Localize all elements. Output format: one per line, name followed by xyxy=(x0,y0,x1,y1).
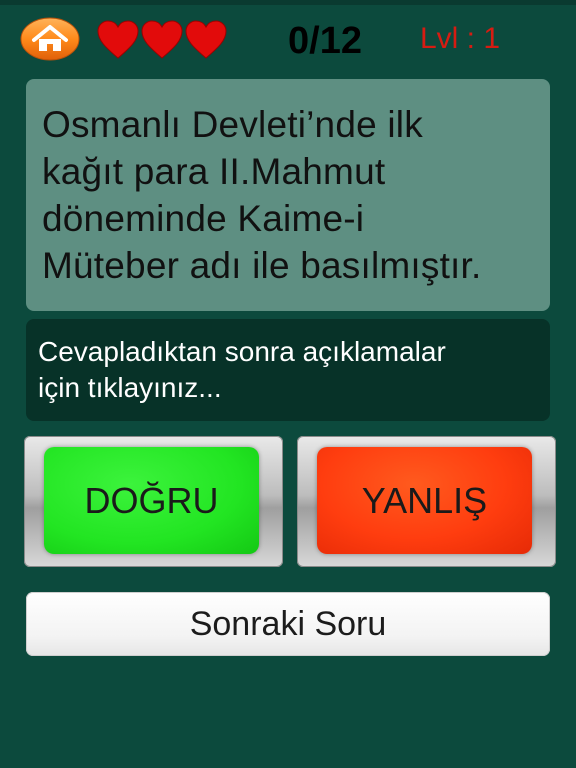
heart-icon xyxy=(141,20,183,64)
question-line: döneminde Kaime-i xyxy=(42,198,365,239)
heart-icon xyxy=(185,20,227,64)
level-indicator: Lvl : 1 xyxy=(420,22,501,55)
score-counter: 0/12 xyxy=(288,20,362,62)
explanation-line: Cevapladıktan sonra açıklamalar xyxy=(38,336,446,367)
lives-display xyxy=(97,20,227,64)
question-line: kağıt para II.Mahmut xyxy=(42,151,386,192)
game-screen: 0/12 Lvl : 1 Osmanlı Devleti’nde ilk kağ… xyxy=(0,0,576,768)
explanation-text: Cevapladıktan sonra açıklamalar için tık… xyxy=(38,334,538,406)
home-icon xyxy=(20,17,80,61)
explanation-line: için tıklayınız... xyxy=(38,372,222,403)
true-answer-button[interactable]: DOĞRU xyxy=(24,436,283,567)
true-answer-label: DOĞRU xyxy=(44,447,259,554)
top-border xyxy=(0,0,576,5)
question-line: Müteber adı ile basılmıştır. xyxy=(42,245,482,286)
question-line: Osmanlı Devleti’nde ilk xyxy=(42,104,423,145)
false-answer-label: YANLIŞ xyxy=(317,447,532,554)
question-text: Osmanlı Devleti’nde ilk kağıt para II.Ma… xyxy=(42,101,534,289)
question-card: Osmanlı Devleti’nde ilk kağıt para II.Ma… xyxy=(26,79,550,311)
heart-icon xyxy=(97,20,139,64)
next-question-button[interactable]: Sonraki Soru xyxy=(26,592,550,656)
home-button[interactable] xyxy=(20,17,80,61)
false-answer-button[interactable]: YANLIŞ xyxy=(297,436,556,567)
explanation-button[interactable]: Cevapladıktan sonra açıklamalar için tık… xyxy=(26,319,550,421)
